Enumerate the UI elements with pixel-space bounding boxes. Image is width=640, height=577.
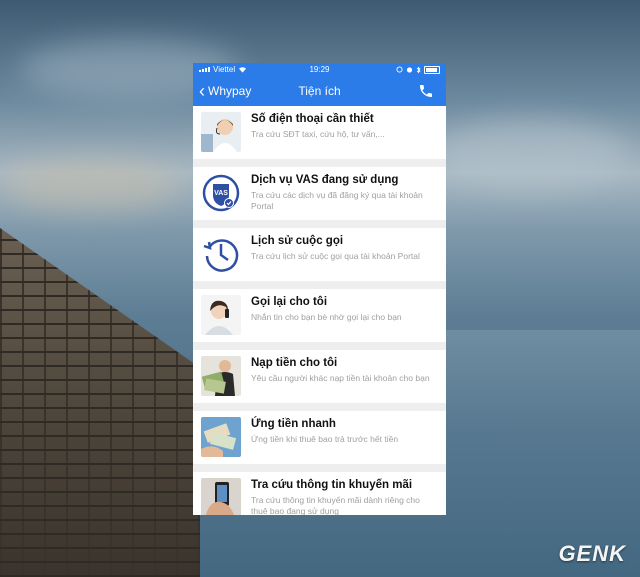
list-item-essential-numbers[interactable]: Số điện thoại cần thiết Tra cứu SĐT taxi…	[193, 106, 446, 159]
item-title: Số điện thoại cần thiết	[251, 113, 374, 125]
phone-icon[interactable]	[418, 83, 434, 99]
man-money-icon	[201, 356, 241, 396]
item-title: Nạp tiền cho tôi	[251, 357, 338, 369]
item-subtitle: Tra cứu lịch sử cuộc gọi qua tài khoản P…	[251, 251, 420, 261]
item-subtitle: Tra cứu thông tin khuyến mãi dành riêng …	[251, 495, 420, 515]
phone-screen: Viettel 19:29 ‹ Whypay Tiện ích Số điện …	[193, 63, 446, 515]
item-subtitle: Nhắn tin cho bạn bè nhờ gọi lại cho bạn	[251, 312, 402, 322]
chevron-left-icon: ‹	[199, 81, 205, 101]
clock-label: 19:29	[309, 65, 330, 74]
woman-phone-icon	[201, 295, 241, 335]
battery-icon	[424, 65, 440, 74]
stone-wall-background	[0, 228, 200, 577]
item-title: Gọi lại cho tôi	[251, 296, 328, 308]
money-hands-icon	[201, 417, 241, 457]
history-clock-icon	[201, 234, 241, 274]
phone-hand-icon	[201, 478, 241, 515]
support-agent-icon	[201, 112, 241, 152]
item-subtitle: Tra cứu SĐT taxi, cứu hộ, tư vấn,...	[251, 129, 385, 139]
nav-bar: ‹ Whypay Tiện ích	[193, 76, 446, 106]
list-item-top-up-for-me[interactable]: Nạp tiền cho tôi Yêu cầu người khác nạp …	[193, 350, 446, 403]
item-subtitle: Yêu cầu người khác nạp tiền tài khoản ch…	[251, 373, 430, 383]
list-item-vas-services[interactable]: VAS Dịch vụ VAS đang sử dụng Tra cứu các…	[193, 167, 446, 220]
item-title: Dịch vụ VAS đang sử dụng	[251, 174, 399, 186]
item-subtitle: Tra cứu các dịch vụ đã đăng ký qua tài k…	[251, 190, 423, 211]
status-bar: Viettel 19:29	[193, 63, 446, 76]
list-item-call-me-back[interactable]: Gọi lại cho tôi Nhắn tin cho bạn bè nhờ …	[193, 289, 446, 342]
item-title: Tra cứu thông tin khuyến mãi	[251, 479, 413, 491]
item-title: Ứng tiền nhanh	[251, 418, 336, 430]
back-button[interactable]: ‹ Whypay	[193, 82, 251, 100]
list-item-call-history[interactable]: Lịch sử cuộc gọi Tra cứu lịch sử cuộc gọ…	[193, 228, 446, 281]
utility-list: Số điện thoại cần thiết Tra cứu SĐT taxi…	[193, 106, 446, 515]
list-item-quick-advance[interactable]: Ứng tiền nhanh Ứng tiền khi thuê bao trả…	[193, 411, 446, 464]
genk-watermark: GENK	[558, 541, 626, 566]
back-label: Whypay	[208, 84, 252, 98]
vas-shield-icon: VAS	[201, 173, 241, 213]
list-item-promotion-info[interactable]: Tra cứu thông tin khuyến mãi Tra cứu thô…	[193, 472, 446, 515]
item-subtitle: Ứng tiền khi thuê bao trả trước hết tiền	[251, 434, 399, 444]
svg-text:VAS: VAS	[214, 190, 228, 197]
item-title: Lịch sử cuộc gọi	[251, 235, 344, 247]
